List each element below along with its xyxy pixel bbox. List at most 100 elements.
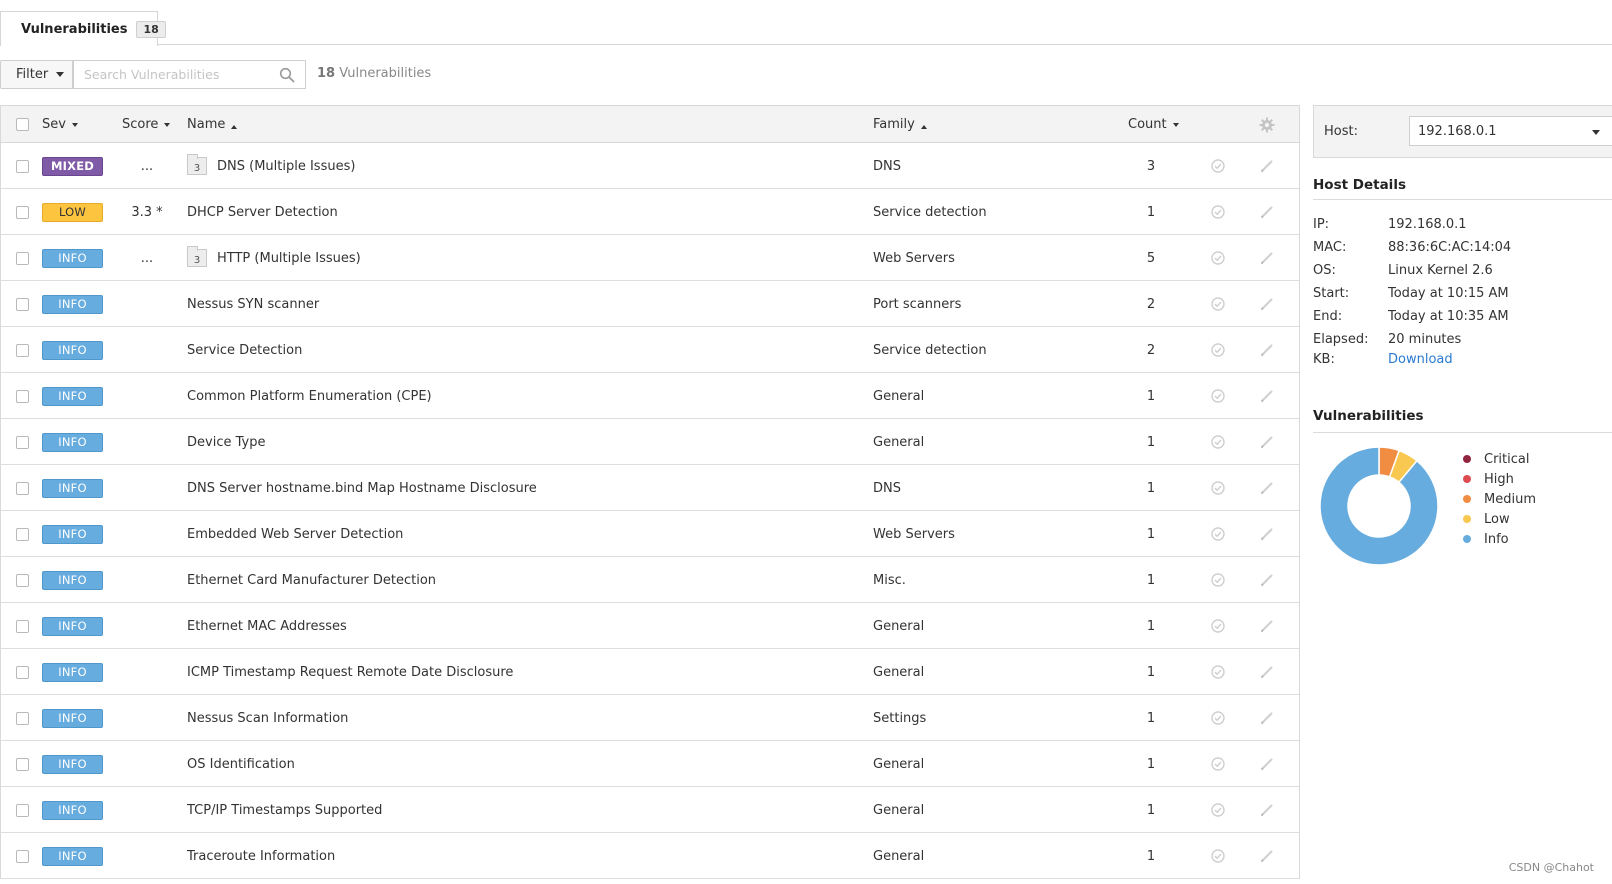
row-checkbox[interactable]	[16, 389, 29, 403]
check-circle-icon[interactable]	[1210, 480, 1226, 496]
pencil-icon[interactable]	[1259, 204, 1275, 220]
detail-key: KB:	[1313, 352, 1335, 367]
pencil-icon[interactable]	[1259, 388, 1275, 404]
pencil-icon[interactable]	[1259, 572, 1275, 588]
row-checkbox[interactable]	[16, 297, 29, 311]
check-circle-icon[interactable]	[1210, 664, 1226, 680]
row-checkbox[interactable]	[16, 711, 29, 725]
legend-item: Medium	[1463, 489, 1536, 509]
gear-icon[interactable]	[1259, 117, 1275, 133]
severity-badge: INFO	[42, 294, 103, 314]
column-header-family[interactable]: Family	[873, 117, 927, 132]
count-value: 1	[1146, 388, 1156, 404]
row-checkbox-cell	[16, 235, 29, 281]
table-row[interactable]: INFO DNS Server hostname.bind Map Hostnam…	[1, 465, 1299, 511]
severity-badge: INFO	[42, 524, 103, 544]
check-circle-icon[interactable]	[1210, 848, 1226, 864]
result-count: 18 Vulnerabilities	[317, 66, 431, 81]
table-row[interactable]: LOW 3.3 * DHCP Server Detection Service det…	[1, 189, 1299, 235]
row-checkbox-cell	[16, 189, 29, 235]
pencil-icon[interactable]	[1259, 158, 1275, 174]
family-cell: Settings	[873, 695, 926, 741]
check-circle-icon[interactable]	[1210, 434, 1226, 450]
search-icon[interactable]	[279, 67, 295, 83]
table-row[interactable]: INFO... 3 HTTP (Multiple Issues) Web Server…	[1, 235, 1299, 281]
family-cell: General	[873, 373, 924, 419]
check-circle-icon[interactable]	[1210, 158, 1226, 174]
check-circle-icon[interactable]	[1210, 526, 1226, 542]
row-checkbox[interactable]	[16, 619, 29, 633]
check-circle-icon[interactable]	[1210, 342, 1226, 358]
check-circle-icon[interactable]	[1210, 296, 1226, 312]
table-row[interactable]: INFO Ethernet MAC Addresses General 1	[1, 603, 1299, 649]
row-checkbox[interactable]	[16, 527, 29, 541]
table-row[interactable]: MIXED... 3 DNS (Multiple Issues) DNS 3	[1, 143, 1299, 189]
score-cell	[117, 281, 177, 327]
row-checkbox[interactable]	[16, 481, 29, 495]
score-value: ...	[140, 250, 154, 266]
host-select[interactable]: 192.168.0.1	[1409, 116, 1612, 146]
row-checkbox[interactable]	[16, 343, 29, 357]
check-circle-icon[interactable]	[1210, 618, 1226, 634]
check-circle-icon[interactable]	[1210, 204, 1226, 220]
row-checkbox[interactable]	[16, 665, 29, 679]
check-circle-icon[interactable]	[1210, 802, 1226, 818]
pencil-icon[interactable]	[1259, 848, 1275, 864]
pencil-icon[interactable]	[1259, 296, 1275, 312]
check-circle-icon[interactable]	[1210, 756, 1226, 772]
table-row[interactable]: INFO Nessus SYN scanner Port scanners 2	[1, 281, 1299, 327]
pencil-icon[interactable]	[1259, 802, 1275, 818]
kb-download-link[interactable]: Download	[1388, 352, 1453, 367]
column-header-name[interactable]: Name	[187, 117, 238, 132]
select-all-checkbox[interactable]	[16, 118, 29, 131]
donut-slice-info[interactable]	[1319, 446, 1439, 566]
pencil-icon[interactable]	[1259, 526, 1275, 542]
family-value: General	[873, 388, 925, 404]
table-row[interactable]: INFO Service Detection Service detection 2	[1, 327, 1299, 373]
table-row[interactable]: INFO Embedded Web Server Detection Web Ser…	[1, 511, 1299, 557]
pencil-icon[interactable]	[1259, 756, 1275, 772]
host-selector-panel: Host: 192.168.0.1	[1313, 105, 1612, 158]
snooze-cell	[1210, 603, 1226, 649]
check-circle-icon[interactable]	[1210, 710, 1226, 726]
family-cell: General	[873, 649, 924, 695]
pencil-icon[interactable]	[1259, 480, 1275, 496]
row-checkbox[interactable]	[16, 435, 29, 449]
count-cell: 1	[1131, 649, 1171, 695]
pencil-icon[interactable]	[1259, 342, 1275, 358]
row-checkbox[interactable]	[16, 205, 29, 219]
table-row[interactable]: INFO Device Type General 1	[1, 419, 1299, 465]
column-header-sev[interactable]: Sev	[42, 117, 78, 132]
table-row[interactable]: INFO OS Identification General 1	[1, 741, 1299, 787]
check-circle-icon[interactable]	[1210, 250, 1226, 266]
pencil-icon[interactable]	[1259, 250, 1275, 266]
pencil-icon[interactable]	[1259, 710, 1275, 726]
count-value: 2	[1146, 342, 1156, 358]
table-row[interactable]: INFO Nessus Scan Information Settings 1	[1, 695, 1299, 741]
table-row[interactable]: INFO TCP/IP Timestamps Supported General 1	[1, 787, 1299, 833]
family-cell: Misc.	[873, 557, 906, 603]
pencil-icon[interactable]	[1259, 434, 1275, 450]
name-cell: ICMP Timestamp Request Remote Date Discl…	[187, 649, 513, 695]
legend-dot	[1463, 495, 1471, 503]
check-circle-icon[interactable]	[1210, 572, 1226, 588]
row-checkbox[interactable]	[16, 803, 29, 817]
pencil-icon[interactable]	[1259, 664, 1275, 680]
row-checkbox[interactable]	[16, 757, 29, 771]
search-input[interactable]	[74, 61, 269, 88]
column-header-count[interactable]: Count	[1128, 117, 1179, 132]
row-checkbox[interactable]	[16, 251, 29, 265]
row-checkbox[interactable]	[16, 159, 29, 173]
check-circle-icon[interactable]	[1210, 388, 1226, 404]
tab-vulnerabilities[interactable]: Vulnerabilities 18	[0, 11, 166, 46]
table-row[interactable]: INFO Common Platform Enumeration (CPE) Gen…	[1, 373, 1299, 419]
filter-button[interactable]: Filter	[0, 60, 73, 89]
row-checkbox[interactable]	[16, 573, 29, 587]
row-checkbox[interactable]	[16, 849, 29, 863]
count-value: 1	[1146, 848, 1156, 864]
table-row[interactable]: INFO ICMP Timestamp Request Remote Date D…	[1, 649, 1299, 695]
pencil-icon[interactable]	[1259, 618, 1275, 634]
table-row[interactable]: INFO Ethernet Card Manufacturer Detection…	[1, 557, 1299, 603]
column-header-score[interactable]: Score	[122, 117, 171, 132]
table-row[interactable]: INFO Traceroute Information General 1	[1, 833, 1299, 879]
